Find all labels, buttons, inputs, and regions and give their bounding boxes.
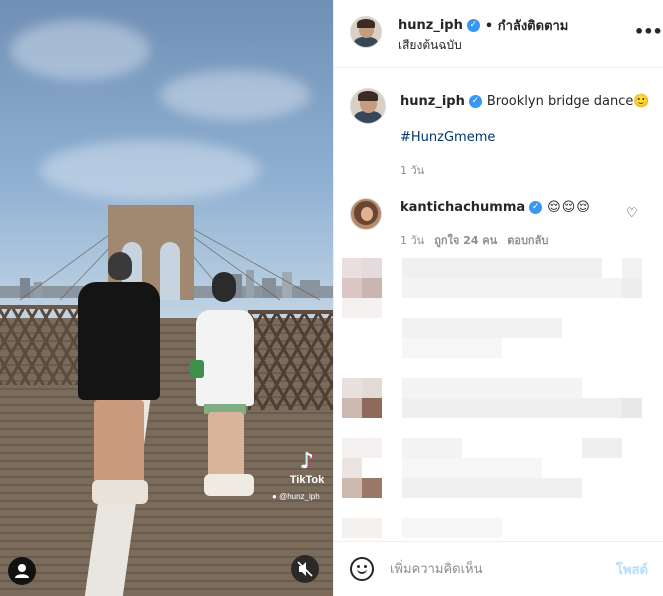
original-audio-link[interactable]: เสียงต้นฉบับ [398,36,462,55]
mute-icon [297,561,313,577]
caption-avatar[interactable] [350,88,386,124]
tiktok-label: TikTok [289,474,325,486]
caption-timestamp[interactable]: 1 วัน [400,161,424,179]
caption-username[interactable]: hunz_iph [400,94,465,109]
mute-button[interactable] [291,555,319,583]
bridge-railing-left [0,305,78,385]
censored-comments [340,256,663,541]
emoji-picker-icon[interactable] [350,557,374,581]
comment-item: kantichachumma ✓ 😌😌😌 ♡ 1 วัน ถูกใจ 24 คน… [334,196,663,256]
like-comment-heart-icon[interactable]: ♡ [626,206,638,221]
comment-composer: โพสต์ [334,541,663,596]
verified-badge-icon: ✓ [468,95,482,108]
verified-badge-icon: ✓ [466,19,480,32]
person-icon: ● [272,492,277,501]
author-username[interactable]: hunz_iph [398,18,463,33]
commenter-username[interactable]: kantichachumma [400,200,525,215]
cloud [160,70,310,120]
pixelation-mosaic [342,258,642,538]
comment-input[interactable] [390,558,610,580]
cloud [10,20,150,80]
tiktok-watermark: ♪ TikTok [287,449,327,487]
verified-badge-icon: ✓ [529,201,543,214]
post-sidebar: hunz_iph ✓ • กำลังติดตาม เสียงต้นฉบับ ••… [333,0,663,596]
post-video[interactable]: ♪ TikTok ● @hunz_iph [0,0,333,596]
commenter-avatar[interactable] [350,198,382,230]
comment-likes[interactable]: ถูกใจ 24 คน [434,231,497,249]
tiktok-icon: ♪ [299,449,315,474]
comment-text: 😌😌😌 [547,200,591,215]
bridge-railing-right [248,310,333,410]
more-options-icon[interactable]: ••• [634,22,663,41]
instagram-post-modal: ♪ TikTok ● @hunz_iph hunz_iph ✓ • กำลังต… [0,0,663,596]
comment-reply-button[interactable]: ตอบกลับ [507,231,548,249]
post-header: hunz_iph ✓ • กำลังติดตาม เสียงต้นฉบับ ••… [334,0,663,68]
tiktok-handle-text: @hunz_iph [279,492,320,501]
user-tag-icon [15,564,29,578]
dancer-right [190,272,260,498]
following-status[interactable]: • กำลังติดตาม [485,15,569,36]
caption-text: Brooklyn bridge dance🙂 [486,94,650,109]
author-avatar[interactable] [350,16,382,48]
caption-hashtag[interactable]: #HunzGmeme [400,130,495,145]
comment-timestamp[interactable]: 1 วัน [400,231,424,249]
dancer-left [78,252,160,508]
post-comment-button[interactable]: โพสต์ [616,559,648,580]
user-tag-button[interactable] [8,557,36,585]
tiktok-handle: ● @hunz_iph [272,492,320,501]
